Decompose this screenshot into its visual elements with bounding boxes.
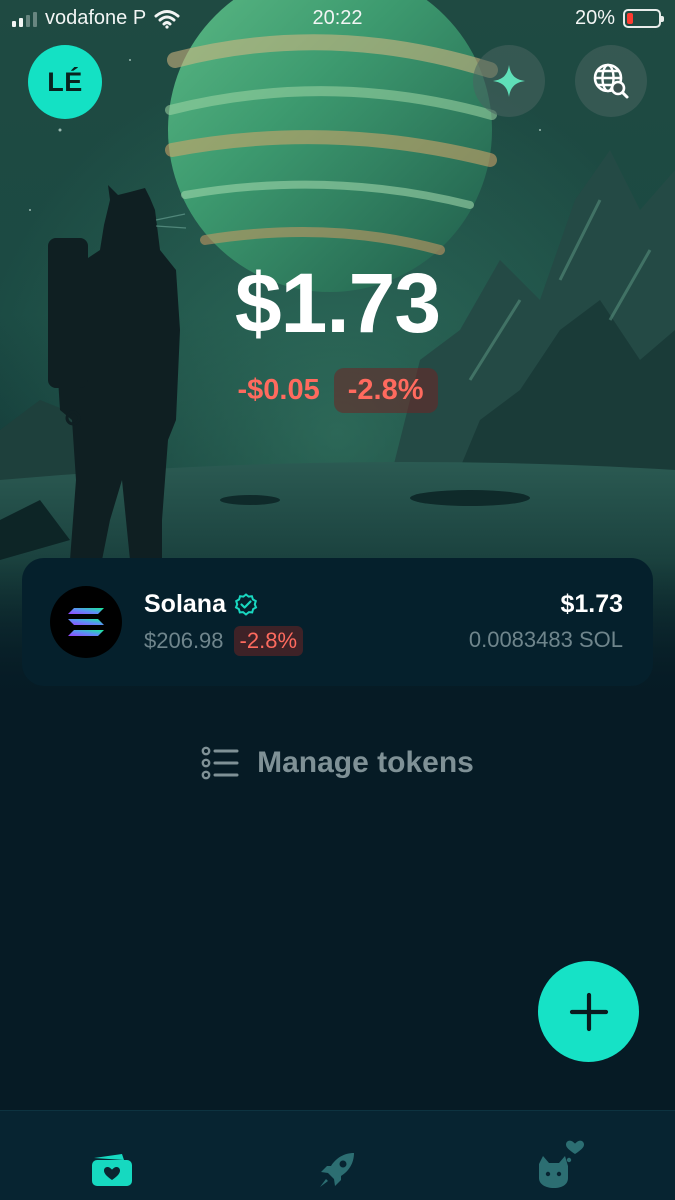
- plus-icon: [569, 992, 608, 1031]
- change-amount: -$0.05: [237, 374, 320, 406]
- add-button[interactable]: [538, 961, 639, 1062]
- wallet-home-screen: vodafone P 20:22 20% LÉ $1.73 -$0.05 -2.…: [0, 0, 675, 1200]
- verified-badge-icon: [234, 592, 258, 616]
- change-percent-badge: -2.8%: [333, 368, 438, 413]
- manage-tokens-button[interactable]: Manage tokens: [0, 746, 675, 780]
- sparkle-icon: [493, 65, 525, 97]
- token-change-badge: -2.8%: [233, 626, 304, 656]
- portfolio-change: -$0.05 -2.8%: [0, 368, 675, 413]
- token-amount: 0.0083483 SOL: [468, 627, 623, 652]
- list-icon: [201, 746, 239, 780]
- account-avatar[interactable]: LÉ: [28, 45, 102, 119]
- battery-level-fill: [627, 13, 633, 24]
- token-price-row: $206.98 -2.8%: [144, 626, 304, 656]
- explore-button[interactable]: [575, 45, 647, 117]
- rocket-icon: [320, 1153, 354, 1187]
- nav-wallet-tab[interactable]: [84, 1145, 140, 1195]
- token-row-solana[interactable]: Solana $206.98 -2.8% $1.73 0.0083483 SOL: [22, 558, 653, 686]
- status-bar: vodafone P 20:22 20%: [0, 0, 675, 38]
- ai-assistant-button[interactable]: [473, 45, 545, 117]
- token-value: $1.73: [560, 590, 623, 618]
- token-name-row: Solana: [144, 590, 258, 619]
- manage-tokens-label: Manage tokens: [257, 746, 474, 779]
- clock: 20:22: [312, 7, 363, 29]
- bottom-navigation: [0, 1110, 675, 1200]
- battery-percent: 20%: [574, 7, 615, 29]
- globe-search-icon: [593, 63, 629, 99]
- cat-heart-icon: [539, 1140, 584, 1188]
- nav-pets-tab[interactable]: [532, 1139, 588, 1189]
- solana-logo-icon: [50, 586, 122, 658]
- battery-icon: [623, 9, 664, 28]
- portfolio-balance: $1.73: [234, 256, 441, 350]
- nav-discover-tab[interactable]: [309, 1145, 365, 1195]
- token-name: Solana: [144, 590, 226, 618]
- battery-status: 20%: [574, 7, 664, 30]
- token-price: $206.98: [144, 628, 224, 653]
- wallet-icon: [92, 1154, 132, 1186]
